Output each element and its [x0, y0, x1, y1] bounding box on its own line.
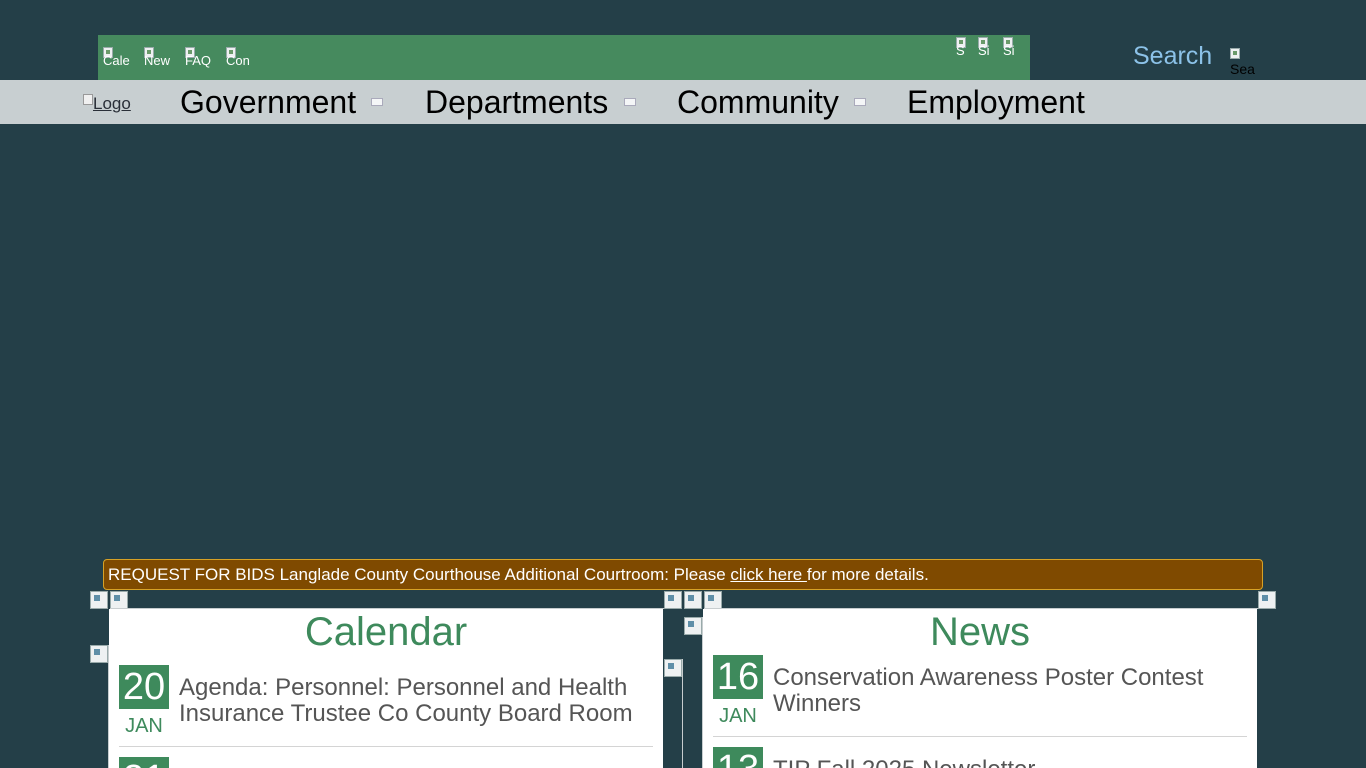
alert-text: REQUEST FOR BIDS Langlade County Courtho… [108, 565, 731, 584]
news-panel: News 16 JAN Conservation Awareness Poste… [703, 609, 1257, 768]
corner-image-icon [110, 591, 128, 609]
corner-image-icon [90, 645, 108, 663]
news-day: 13 [713, 747, 763, 768]
corner-image-icon [704, 591, 722, 609]
calendar-panel: Calendar 20 JAN Agenda: Personnel: Perso… [109, 609, 663, 768]
nav-employment[interactable]: Employment [907, 84, 1085, 121]
divider [119, 746, 653, 747]
faq-link[interactable]: FAQ [185, 47, 216, 69]
calendar-event[interactable]: 20 JAN Agenda: Personnel: Personnel and … [119, 665, 653, 745]
corner-image-icon [684, 591, 702, 609]
contact-link[interactable]: Con [226, 47, 257, 69]
divider [713, 736, 1247, 737]
corner-image-icon [1258, 591, 1276, 609]
news-headline[interactable]: Conservation Awareness Poster Contest Wi… [773, 665, 1247, 717]
logo[interactable]: Logo [83, 94, 131, 114]
news-link[interactable]: New [144, 47, 175, 69]
nav-community[interactable]: Community [677, 84, 839, 121]
search-link[interactable]: Search [1133, 42, 1212, 71]
nav-government[interactable]: Government [180, 84, 356, 121]
logo-icon [83, 94, 93, 105]
news-day: 16 [713, 655, 763, 699]
corner-image-icon [684, 617, 702, 635]
event-day: 20 [119, 665, 169, 709]
nav-departments[interactable]: Departments [425, 84, 608, 121]
corner-image-icon [664, 591, 682, 609]
chevron-down-icon[interactable] [854, 98, 866, 106]
news-headline[interactable]: TIP Fall 2025 Newsletter [773, 757, 1247, 768]
social-link-3[interactable]: Si [1003, 37, 1020, 59]
top-link-bar: Cale New FAQ Con S Si Si [98, 35, 1030, 80]
event-title[interactable]: Agenda: Personnel: Personnel and Health … [179, 675, 653, 727]
corner-image-icon [90, 591, 108, 609]
chevron-down-icon[interactable] [624, 98, 636, 106]
corner-image-icon [664, 659, 682, 677]
alert-suffix: for more details. [806, 565, 929, 584]
alert-link[interactable]: click here [730, 565, 807, 584]
panel-edge [682, 659, 683, 768]
social-link-2[interactable]: Si [978, 37, 993, 59]
news-item[interactable]: 16 JAN Conservation Awareness Poster Con… [713, 655, 1247, 735]
search-icon[interactable]: Sea [1230, 48, 1262, 78]
news-month: JAN [719, 705, 757, 727]
calendar-event[interactable]: 21 [119, 757, 653, 768]
calendar-link[interactable]: Cale [103, 47, 134, 69]
alert-banner: REQUEST FOR BIDS Langlade County Courtho… [103, 559, 1263, 590]
news-item[interactable]: 13 TIP Fall 2025 Newsletter [713, 747, 1247, 768]
chevron-down-icon[interactable] [371, 98, 383, 106]
social-link-1[interactable]: S [956, 37, 968, 59]
event-month: JAN [125, 715, 163, 737]
news-title: News [929, 610, 1031, 654]
event-day: 21 [119, 757, 169, 768]
calendar-title: Calendar [304, 610, 468, 654]
